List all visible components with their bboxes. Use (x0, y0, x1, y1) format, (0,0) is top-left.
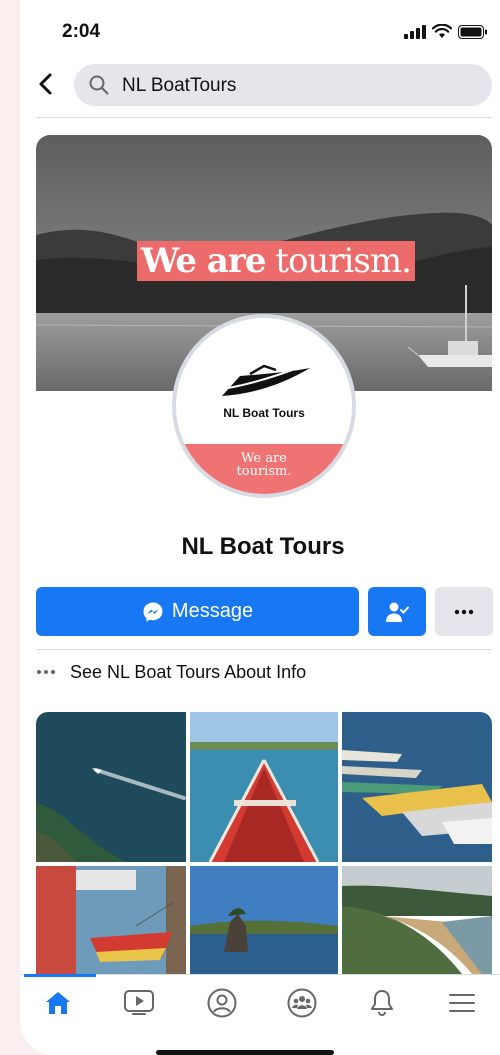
divider (36, 117, 492, 118)
cover-slogan-bold: We are (141, 241, 266, 281)
photo-rock-stack[interactable] (190, 866, 338, 974)
home-indicator (156, 1050, 334, 1055)
home-icon (46, 992, 70, 1014)
message-button[interactable]: Message (36, 587, 359, 636)
signal-icon (404, 24, 426, 39)
photo-image (342, 712, 492, 862)
more-horizontal-icon (454, 609, 474, 614)
follow-button[interactable] (368, 587, 426, 636)
photo-image (190, 712, 338, 862)
profile-avatar[interactable]: NL Boat Tours We are tourism. (172, 314, 356, 498)
status-icons (404, 24, 488, 39)
photo-harbor-dory[interactable] (36, 866, 186, 974)
page-title: NL Boat Tours (181, 533, 345, 560)
photo-image (36, 866, 186, 974)
avatar-slogan-line1: We are (241, 451, 287, 466)
tab-groups[interactable] (284, 987, 320, 1019)
bottom-tab-bar (20, 974, 500, 1030)
active-tab-indicator (24, 974, 96, 977)
message-label: Message (171, 600, 254, 622)
cover-slogan: We are tourism. (137, 241, 415, 281)
photo-red-rowboat-bow[interactable] (190, 712, 338, 862)
phone-screen: 2:04 NL BoatTours We are tourism. NL Boa… (20, 0, 500, 1055)
photo-beach-coastline[interactable] (342, 866, 492, 974)
avatar-slogan-line2: tourism. (236, 464, 292, 479)
tab-video[interactable] (121, 987, 157, 1019)
tab-profile[interactable] (204, 987, 240, 1019)
notifications-icon (371, 990, 393, 1017)
search-input[interactable]: NL BoatTours (74, 64, 492, 106)
profile-icon (207, 988, 237, 1018)
more-button[interactable] (435, 587, 493, 636)
avatar-slogan: We are tourism. (176, 444, 352, 494)
status-bar: 2:04 (20, 0, 500, 60)
cover-slogan-light: tourism. (265, 241, 412, 281)
boat-logo-icon (222, 364, 310, 396)
photo-image (36, 712, 186, 862)
search-row: NL BoatTours (20, 64, 500, 108)
about-info-label: See NL Boat Tours About Info (70, 661, 307, 682)
more-horizontal-icon (37, 670, 55, 674)
photo-speedboat-aerial[interactable] (36, 712, 186, 862)
tab-menu[interactable] (444, 987, 480, 1019)
tab-notifications[interactable] (364, 987, 400, 1019)
wifi-icon (432, 24, 452, 38)
search-query: NL BoatTours (122, 75, 237, 96)
status-time: 2:04 (62, 21, 101, 42)
search-icon (89, 75, 109, 95)
messenger-icon (143, 602, 163, 621)
menu-icon (449, 994, 475, 1012)
photo-colorful-dories[interactable] (342, 712, 492, 862)
about-info-link[interactable]: See NL Boat Tours About Info (36, 660, 306, 684)
groups-icon (287, 988, 317, 1018)
photo-image (190, 866, 338, 974)
battery-icon (458, 24, 487, 39)
divider (36, 649, 492, 650)
chevron-left-icon[interactable] (36, 72, 56, 96)
photo-grid (36, 712, 492, 974)
photo-image (342, 866, 492, 974)
tab-home[interactable] (40, 987, 76, 1019)
person-check-icon (386, 602, 409, 622)
video-icon (124, 990, 154, 1015)
avatar-brand-name: NL Boat Tours (223, 406, 305, 420)
